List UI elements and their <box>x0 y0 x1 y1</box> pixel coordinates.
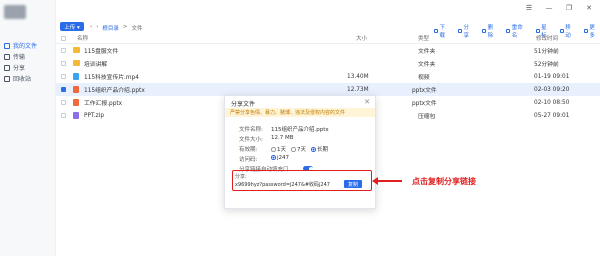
file-size-value: 12.7 MB <box>271 135 294 141</box>
sidebar-item-label: 回收站 <box>13 76 32 83</box>
file-name-label: 文件名称: <box>239 127 263 133</box>
file-size-label: 文件大小: <box>239 137 263 143</box>
sidebar-item-label: 传输 <box>13 54 26 61</box>
row-checkbox[interactable] <box>61 86 66 92</box>
select-all-checkbox[interactable] <box>61 35 66 41</box>
radio-icon <box>271 147 276 152</box>
breadcrumb-separator: > <box>122 24 128 30</box>
app-logo <box>4 5 26 19</box>
file-name[interactable]: PPT.zip <box>84 109 104 122</box>
file-type: pptx文件 <box>412 88 437 94</box>
table-header: 名称 大小 类型 修改时间 <box>55 33 600 44</box>
validity-option-7day[interactable]: 7天 <box>291 145 306 153</box>
table-row[interactable]: 培训讲解 文件夹 52分钟前 <box>55 57 600 70</box>
maximize-icon[interactable]: ❐ <box>564 4 574 12</box>
minimize-icon[interactable]: — <box>544 4 554 12</box>
column-size[interactable]: 大小 <box>356 33 367 43</box>
file-name[interactable]: 工作汇报.pptx <box>84 96 122 109</box>
file-modified: 51分钟前 <box>534 49 559 55</box>
access-code[interactable]: j247 <box>271 155 289 161</box>
sidebar-item-share[interactable]: 分享 <box>0 62 55 73</box>
folder-icon <box>73 47 80 53</box>
sidebar: 我的文件 传输 分享 回收站 <box>0 0 56 256</box>
validity-options: 1天 7天 长期 <box>271 145 328 153</box>
radio-selected-icon <box>271 155 276 160</box>
validity-option-forever[interactable]: 长期 <box>311 145 328 153</box>
zip-file-icon <box>73 111 79 119</box>
radio-icon <box>291 147 296 152</box>
sidebar-item-label: 我的文件 <box>13 43 38 50</box>
ppt-file-icon <box>73 85 79 93</box>
dialog-title: 分享文件 <box>231 101 256 108</box>
copy-button[interactable]: 复制 <box>344 180 362 188</box>
table-row[interactable]: 115盘服文件 文件夹 51分钟前 <box>55 44 600 57</box>
sidebar-item-my-files[interactable]: 我的文件 <box>0 40 55 51</box>
file-modified: 01-19 09:01 <box>534 73 570 80</box>
file-name[interactable]: 115盘服文件 <box>84 44 118 57</box>
transfer-icon <box>4 53 10 60</box>
table-row[interactable]: 115科技宣传片.mp4 13.40M 视频 01-19 09:01 <box>55 70 600 83</box>
nav-forward-icon[interactable]: › <box>96 24 98 32</box>
share-dialog: 分享文件 ✕ 严禁分享色情、暴力、赌博、违法及侵权内容的文件 文件名称: 115… <box>224 95 376 209</box>
option-label: 长期 <box>317 147 329 153</box>
sidebar-item-transfer[interactable]: 传输 <box>0 51 55 62</box>
access-code-value: j247 <box>277 155 290 161</box>
file-name[interactable]: 115组织产品介绍.pptx <box>84 83 145 96</box>
column-type[interactable]: 类型 <box>418 33 429 43</box>
option-label: 7天 <box>297 147 306 153</box>
row-checkbox[interactable] <box>61 73 66 79</box>
annotation-text: 点击复制分享链接 <box>412 177 476 186</box>
file-size: 13.40M <box>347 73 369 80</box>
file-modified: 05-27 09:01 <box>534 112 570 119</box>
row-checkbox[interactable] <box>61 112 66 118</box>
option-label: 1天 <box>277 147 286 153</box>
share-icon <box>4 64 10 71</box>
validity-option-1day[interactable]: 1天 <box>271 145 286 153</box>
file-name-value: 115组织产品介绍.pptx <box>271 127 329 133</box>
breadcrumb-root[interactable]: 根目录 <box>102 24 119 32</box>
window-controls: ☰ — ❐ ✕ <box>524 4 594 12</box>
close-icon[interactable]: ✕ <box>584 4 594 12</box>
nav-back-icon[interactable]: ‹ <box>90 24 92 32</box>
file-type: 文件夹 <box>418 62 436 68</box>
folder-icon <box>73 60 80 66</box>
radio-selected-icon <box>311 147 316 152</box>
folder-icon <box>4 42 10 49</box>
file-type: 文件夹 <box>418 49 436 55</box>
sidebar-item-trash[interactable]: 回收站 <box>0 73 55 84</box>
menu-icon[interactable]: ☰ <box>524 4 534 12</box>
validity-label: 有效期: <box>239 147 258 153</box>
row-checkbox[interactable] <box>61 60 66 66</box>
column-modified[interactable]: 修改时间 <box>536 33 558 43</box>
share-label: 分享: <box>235 174 247 180</box>
file-modified: 02-10 08:50 <box>534 99 570 106</box>
file-type: 视频 <box>418 75 430 81</box>
access-code-label: 访问码: <box>239 157 258 163</box>
close-icon[interactable]: ✕ <box>364 98 370 106</box>
trash-icon <box>4 75 10 82</box>
video-file-icon <box>73 72 79 80</box>
share-link-text[interactable]: x9699hyz?password=j247&#收码j247 <box>235 181 330 188</box>
annotation-arrow-line <box>376 180 402 182</box>
warning-notice: 严禁分享色情、暴力、赌博、违法及侵权内容的文件 <box>225 108 375 117</box>
sidebar-item-label: 分享 <box>13 65 26 72</box>
file-modified: 02-03 09:20 <box>534 86 570 93</box>
breadcrumb-current: 文件 <box>131 26 143 32</box>
breadcrumb: ‹ › 根目录 > 文件 <box>90 24 143 32</box>
upload-button[interactable]: 上传 ▾ <box>60 22 84 31</box>
file-name[interactable]: 115科技宣传片.mp4 <box>84 70 139 83</box>
file-type: pptx文件 <box>412 101 437 107</box>
file-modified: 52分钟前 <box>534 62 559 68</box>
row-checkbox[interactable] <box>61 99 66 105</box>
file-name[interactable]: 培训讲解 <box>84 57 107 70</box>
column-name[interactable]: 名称 <box>77 33 88 43</box>
file-type: 压缩包 <box>418 114 436 120</box>
row-checkbox[interactable] <box>61 47 66 53</box>
ppt-file-icon <box>73 98 79 106</box>
